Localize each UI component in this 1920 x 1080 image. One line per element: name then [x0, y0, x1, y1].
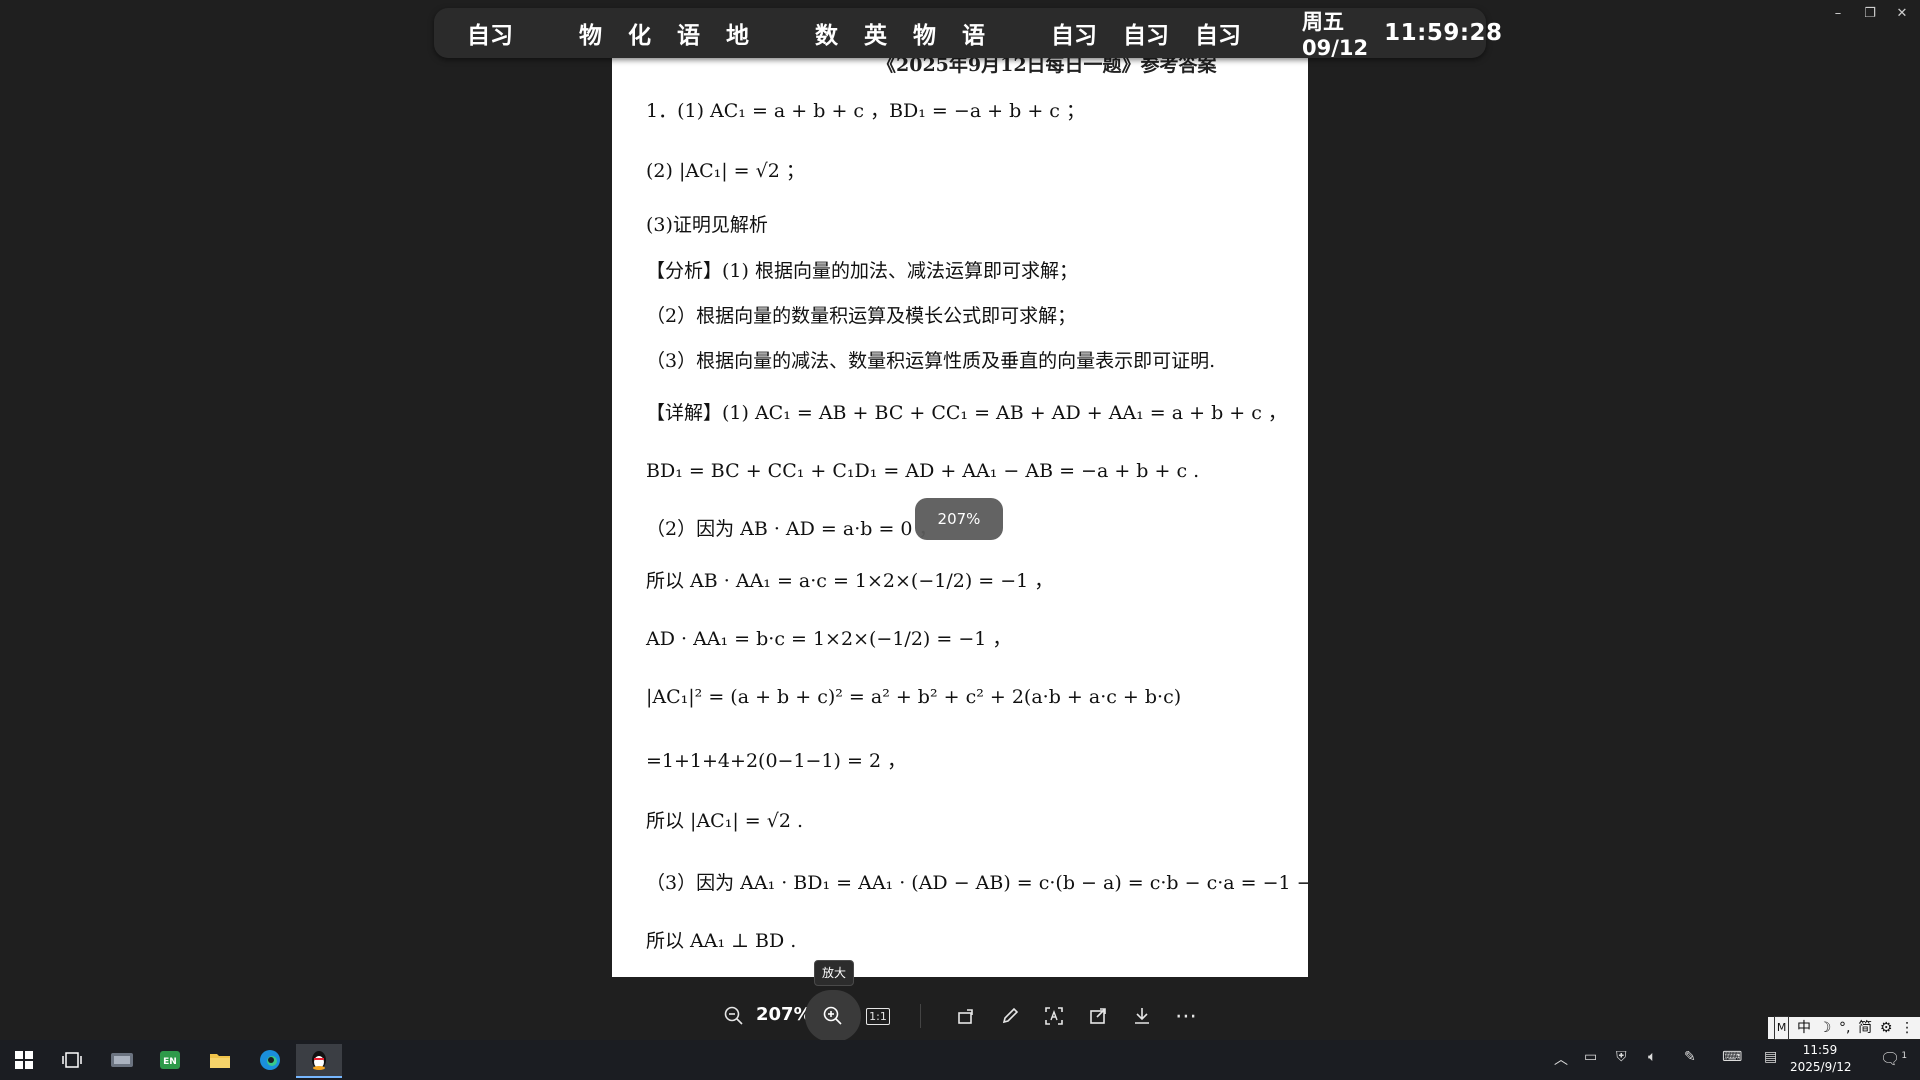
doc-line: 【详解】(1) AC₁ = AB + BC + CC₁ = AB + AD + … — [646, 402, 1287, 424]
doc-line: (3)证明见解析 — [646, 214, 768, 236]
security-icon[interactable]: ⛨ — [1616, 1049, 1627, 1065]
doc-line: AD · AA₁ = b·c = 1×2×(−1/2) = −1 ， — [646, 628, 1012, 650]
taskbar-app-screen[interactable] — [102, 1044, 142, 1076]
schedule-item: 自习 — [1051, 23, 1097, 49]
schedule-item: 语 — [677, 23, 700, 49]
tray-overflow-icon[interactable]: ︿ — [1554, 1049, 1568, 1069]
zoom-in-tooltip: 放大 — [814, 960, 854, 986]
network-icon[interactable]: ▭ — [1584, 1049, 1597, 1065]
actual-size-button[interactable]: 1:1 — [860, 998, 896, 1034]
more-button[interactable]: ⋯ — [1168, 998, 1204, 1034]
zoom-in-button[interactable] — [805, 990, 861, 1042]
taskbar: EN ︿ ▭ ⛨ 🔈︎ ✎ ⌨ ▤ 11:59 2025/9/12 🗨︎ 1 — [0, 1040, 1920, 1080]
schedule-group-4: 自习 自习 自习 — [1018, 8, 1288, 58]
ime-settings-icon[interactable]: ⚙ — [1880, 1017, 1893, 1039]
taskbar-qq[interactable] — [296, 1044, 342, 1078]
notification-icon: 🗨︎ — [1880, 1049, 1901, 1068]
zoom-value-label[interactable]: 207% — [756, 1004, 812, 1025]
download-icon — [1135, 1008, 1149, 1024]
schedule-item: 物 — [913, 23, 936, 49]
taskbar-file-explorer[interactable] — [200, 1044, 240, 1076]
system-clock[interactable]: 11:59 2025/9/12 — [1790, 1042, 1852, 1076]
restore-button[interactable]: ❐ — [1856, 4, 1884, 24]
schedule-date: 周五 09/12 — [1302, 10, 1369, 60]
schedule-item: 地 — [726, 23, 749, 49]
input-panel-icon[interactable]: ▤ — [1764, 1049, 1777, 1065]
notification-count: 1 — [1901, 1051, 1908, 1061]
doc-line: BD₁ = BC + CC₁ + C₁D₁ = AD + AA₁ − AB = … — [646, 460, 1200, 482]
pencil-icon — [1002, 1007, 1019, 1024]
doc-line: |AC₁|² = (a + b + c)² = a² + b² + c² + 2… — [646, 686, 1182, 708]
share-button[interactable] — [1080, 998, 1116, 1034]
folder-icon — [210, 1054, 230, 1068]
notification-button[interactable]: 🗨︎ 1 — [1880, 1049, 1911, 1068]
doc-line: 1．(1) AC₁ = a + b + c ，BD₁ = −a + b + c … — [646, 100, 1085, 122]
viewer-toolbar: 207% 1:1 ⋯ — [0, 990, 1920, 1042]
task-view-button[interactable] — [52, 1044, 92, 1076]
ocr-button[interactable] — [1036, 998, 1072, 1034]
schedule-item: 语 — [962, 23, 985, 49]
english-app-icon: EN — [160, 1051, 180, 1069]
schedule-group-1: 自习 — [434, 8, 546, 58]
zoom-out-button[interactable] — [716, 998, 752, 1034]
doc-line: =1+1+4+2(0−1−1) = 2 ， — [646, 750, 907, 772]
schedule-item: 自习 — [1195, 23, 1241, 49]
doc-line: （2）根据向量的数量积运算及模长公式即可求解； — [646, 305, 1077, 327]
edit-button[interactable] — [992, 998, 1028, 1034]
pen-icon[interactable]: ✎ — [1684, 1049, 1696, 1065]
monitor-app-icon — [111, 1053, 133, 1067]
class-schedule-bar: 自习 物 化 语 地 数 英 物 语 自习 自习 自习 周五 09/12 11:… — [434, 8, 1502, 60]
text-recognize-icon — [1045, 1007, 1063, 1025]
schedule-item: 自习 — [1123, 23, 1169, 49]
doc-line: 所以 |AC₁| = √2 . — [646, 810, 803, 832]
ime-punctuation-icon[interactable]: °, — [1839, 1017, 1850, 1039]
toolbar-divider — [920, 1004, 921, 1028]
download-button[interactable] — [1124, 998, 1160, 1034]
schedule-time: 11:59:28 — [1384, 20, 1503, 46]
doc-line: (2) |AC₁| = √2 ； — [646, 160, 805, 182]
clock-date: 2025/9/12 — [1790, 1060, 1852, 1074]
schedule-item: 数 — [815, 23, 838, 49]
clock-time: 11:59 — [1802, 1043, 1838, 1057]
ime-menu-icon[interactable]: ⋮ — [1900, 1017, 1914, 1039]
doc-line: 【分析】(1) 根据向量的加法、减法运算即可求解； — [646, 260, 1078, 282]
zoom-out-icon — [724, 1006, 743, 1025]
schedule-item: 物 — [579, 23, 602, 49]
share-icon — [1090, 1008, 1106, 1024]
zoom-in-icon — [823, 1006, 842, 1025]
edge-browser-icon — [260, 1050, 280, 1070]
svg-text:EN: EN — [163, 1057, 177, 1067]
taskbar-edge[interactable] — [250, 1044, 290, 1076]
penguin-app-icon — [312, 1051, 326, 1070]
actual-size-label: 1:1 — [866, 1007, 890, 1025]
task-view-icon — [62, 1052, 82, 1068]
doc-line: 所以 AA₁ ⊥ BD . — [646, 930, 797, 952]
ime-mode-toggle[interactable]: 中 — [1797, 1017, 1811, 1039]
ime-script-toggle[interactable]: 简 — [1858, 1017, 1872, 1039]
more-icon: ⋯ — [1175, 1003, 1197, 1029]
taskbar-app-en[interactable]: EN — [150, 1044, 190, 1076]
rotate-button[interactable] — [948, 998, 984, 1034]
windows-logo-icon — [15, 1051, 33, 1069]
keyboard-icon[interactable]: ⌨ — [1722, 1049, 1742, 1065]
doc-line: （2）因为 AB · AD = a·b = 0 ， — [646, 518, 938, 540]
start-button[interactable] — [4, 1044, 44, 1076]
doc-line: （3）根据向量的减法、数量积运算性质及垂直的向量表示即可证明. — [646, 350, 1216, 372]
doc-line: 所以 AB · AA₁ = a·c = 1×2×(−1/2) = −1 ， — [646, 570, 1054, 592]
minimize-button[interactable]: – — [1824, 4, 1852, 24]
ime-toolbar: M 中 ☽ °, 简 ⚙ ⋮ — [1768, 1016, 1920, 1040]
schedule-item: 英 — [864, 23, 887, 49]
schedule-item: 自习 — [467, 23, 513, 49]
rotate-icon — [958, 1009, 973, 1024]
close-button[interactable]: ✕ — [1888, 4, 1916, 24]
ime-moon-icon[interactable]: ☽ — [1819, 1017, 1832, 1039]
schedule-group-3: 数 英 物 语 — [782, 8, 1018, 58]
schedule-group-2: 物 化 语 地 — [546, 8, 782, 58]
schedule-item: 化 — [628, 23, 651, 49]
zoom-level-badge: 207% — [915, 498, 1003, 540]
volume-icon[interactable]: 🔈︎ — [1648, 1049, 1656, 1065]
doc-line: （3）因为 AA₁ · BD₁ = AA₁ · (AD − AB) = c·(b… — [646, 872, 1308, 894]
ime-logo-icon[interactable]: M — [1773, 1016, 1790, 1040]
